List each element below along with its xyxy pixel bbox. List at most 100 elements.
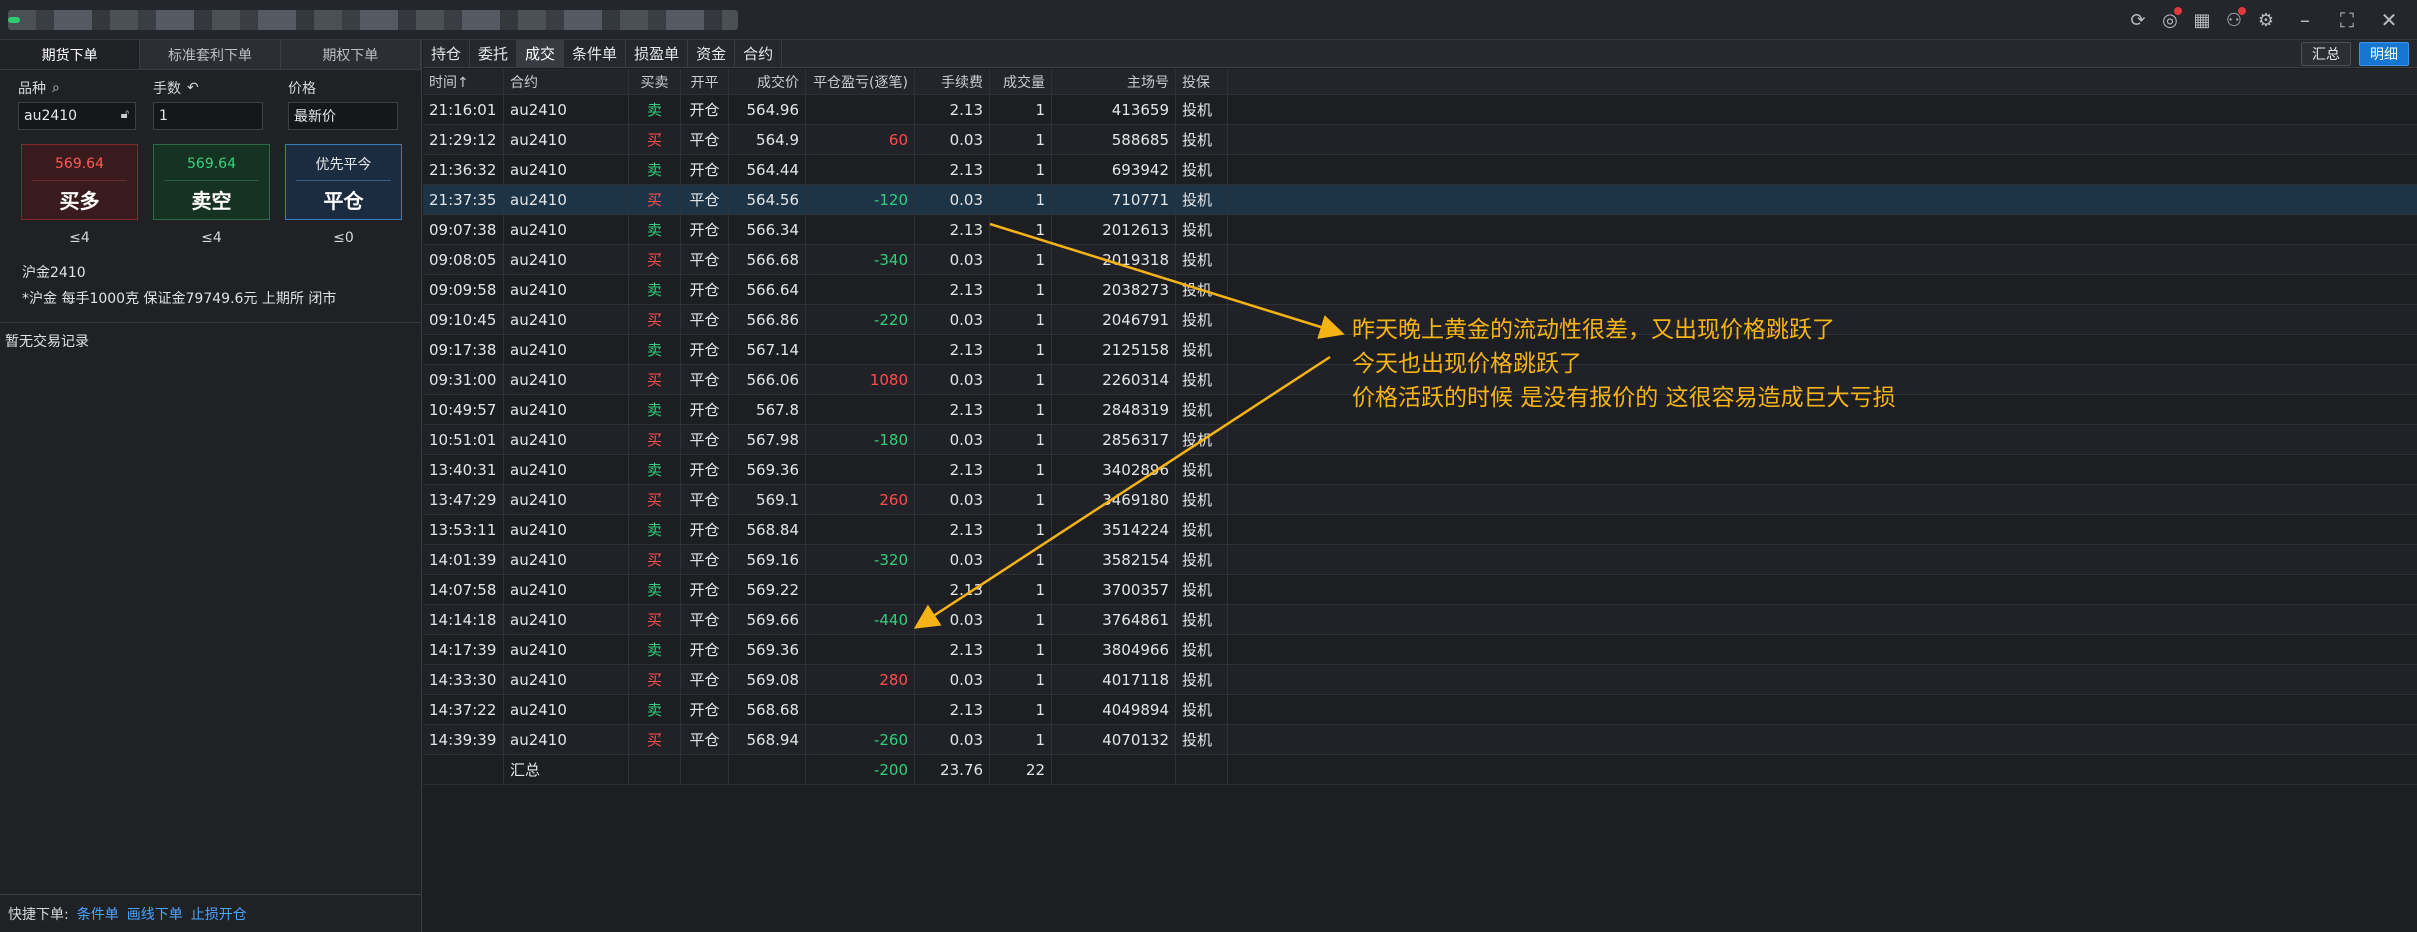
buy-long-button[interactable]: 569.64 买多 (21, 144, 138, 220)
detail-view-button[interactable]: 明细 (2359, 42, 2409, 66)
cell-volume: 1 (990, 665, 1052, 694)
search-icon[interactable]: ⌕ (52, 80, 60, 96)
cell-contract: au2410 (504, 665, 629, 694)
quick-link-line-order[interactable]: 画线下单 (127, 904, 183, 924)
summary-view-button[interactable]: 汇总 (2301, 42, 2351, 66)
table-row[interactable]: 14:14:18 au2410 买平仓 569.66 -440 0.03 1 3764861 投… (423, 605, 2417, 635)
cell-time: 21:37:35 (423, 185, 504, 214)
tab-options-order[interactable]: 期权下单 (280, 40, 421, 69)
cell-side: 买 (629, 605, 681, 634)
cell-open-close: 开仓 (681, 335, 729, 364)
cell-fee: 0.03 (915, 305, 990, 334)
table-row[interactable]: 13:40:31 au2410 卖开仓 569.36 2.13 1 3402896 投机 (423, 455, 2417, 485)
total-row: 汇总 -200 23.76 22 (423, 755, 2417, 785)
cell-contract: au2410 (504, 395, 629, 424)
order-buttons: 569.64 买多 569.64 卖空 优先平今 平仓 (0, 144, 421, 220)
cell-contract: au2410 (504, 275, 629, 304)
table-row[interactable]: 21:36:32 au2410 卖开仓 564.44 2.13 1 693942 投机 (423, 155, 2417, 185)
tab-fills[interactable]: 成交 (517, 39, 565, 68)
tab-orders[interactable]: 委托 (470, 39, 518, 68)
table-row[interactable]: 14:17:39 au2410 卖开仓 569.36 2.13 1 3804966 投机 (423, 635, 2417, 665)
refresh-icon[interactable]: ⟳ (2123, 6, 2153, 34)
gear-icon[interactable]: ⚙ (2251, 6, 2281, 34)
cell-open-close: 开仓 (681, 695, 729, 724)
table-row[interactable]: 14:39:39 au2410 买平仓 568.94 -260 0.03 1 4070132 投… (423, 725, 2417, 755)
lock-icon[interactable]: 🔓︎ (121, 107, 129, 122)
maximize-icon[interactable]: ⛶ (2329, 6, 2365, 34)
cell-pnl (806, 635, 915, 664)
col-fee[interactable]: 手续费 (915, 69, 990, 94)
tab-conditional[interactable]: 条件单 (564, 39, 627, 68)
tab-funds[interactable]: 资金 (688, 39, 736, 68)
quick-link-conditional[interactable]: 条件单 (77, 904, 119, 924)
table-row[interactable]: 14:37:22 au2410 卖开仓 568.68 2.13 1 4049894 投机 (423, 695, 2417, 725)
table-row[interactable]: 14:07:58 au2410 卖开仓 569.22 2.13 1 3700357 投机 (423, 575, 2417, 605)
calendar-icon[interactable]: ▦ (2187, 6, 2217, 34)
table-row[interactable]: 21:37:35 au2410 买平仓 564.56 -120 0.03 1 710771 投机 (423, 185, 2417, 215)
cell-time: 21:16:01 (423, 95, 504, 124)
cell-volume: 1 (990, 215, 1052, 244)
col-time[interactable]: 时间↑ (423, 69, 504, 94)
cell-exchange-id: 3402896 (1052, 455, 1176, 484)
cell-open-close: 开仓 (681, 395, 729, 424)
table-row[interactable]: 21:16:01 au2410 卖开仓 564.96 2.13 1 413659 投机 (423, 95, 2417, 125)
cell-time: 09:17:38 (423, 335, 504, 364)
tab-arbitrage-order[interactable]: 标准套利下单 (140, 40, 281, 69)
tab-stop-profit[interactable]: 损盈单 (626, 39, 689, 68)
total-volume: 22 (990, 755, 1052, 784)
table-row[interactable]: 10:51:01 au2410 买平仓 567.98 -180 0.03 1 2856317 投… (423, 425, 2417, 455)
cell-time: 09:09:58 (423, 275, 504, 304)
cell-side: 买 (629, 185, 681, 214)
cell-open-close: 平仓 (681, 185, 729, 214)
user-settings-icon[interactable]: ⚇ (2219, 6, 2249, 34)
cell-pnl (806, 575, 915, 604)
fills-table: 时间↑ 合约 买卖 开平 成交价 平仓盈亏(逐笔) 手续费 成交量 主场号 投保… (423, 69, 2417, 785)
col-side[interactable]: 买卖 (629, 69, 681, 94)
quantity-input[interactable]: 1 (153, 102, 263, 130)
cell-contract: au2410 (504, 545, 629, 574)
table-row[interactable]: 21:29:12 au2410 买平仓 564.9 60 0.03 1 588685 投机 (423, 125, 2417, 155)
cell-pnl (806, 455, 915, 484)
cell-price: 568.94 (729, 725, 806, 754)
reset-icon[interactable]: ↶ (187, 80, 199, 96)
close-position-button[interactable]: 优先平今 平仓 (285, 144, 402, 220)
col-hedge[interactable]: 投保 (1176, 69, 1228, 94)
cell-fee: 2.13 (915, 575, 990, 604)
cell-contract: au2410 (504, 455, 629, 484)
cell-volume: 1 (990, 155, 1052, 184)
cell-volume: 1 (990, 425, 1052, 454)
cell-side: 卖 (629, 515, 681, 544)
sell-short-button[interactable]: 569.64 卖空 (153, 144, 270, 220)
tab-contracts[interactable]: 合约 (735, 39, 783, 68)
cell-volume: 1 (990, 635, 1052, 664)
sell-short-label: 卖空 (191, 189, 232, 213)
table-row[interactable]: 14:01:39 au2410 买平仓 569.16 -320 0.03 1 3582154 投… (423, 545, 2417, 575)
cell-volume: 1 (990, 305, 1052, 334)
col-exchange-id[interactable]: 主场号 (1052, 69, 1176, 94)
cell-contract: au2410 (504, 725, 629, 754)
col-contract[interactable]: 合约 (504, 69, 629, 94)
cell-contract: au2410 (504, 635, 629, 664)
col-open-close[interactable]: 开平 (681, 69, 729, 94)
col-pnl[interactable]: 平仓盈亏(逐笔) (806, 69, 915, 94)
cell-volume: 1 (990, 515, 1052, 544)
tab-futures-order[interactable]: 期货下单 (0, 40, 141, 69)
instrument-input[interactable]: au2410 🔓︎ (18, 102, 136, 130)
table-row[interactable]: 13:53:11 au2410 卖开仓 568.84 2.13 1 3514224 投机 (423, 515, 2417, 545)
table-row[interactable]: 09:09:58 au2410 卖开仓 566.64 2.13 1 2038273 投机 (423, 275, 2417, 305)
quick-link-stop-open[interactable]: 止损开仓 (191, 904, 247, 924)
minimize-icon[interactable]: – (2287, 6, 2323, 34)
table-row[interactable]: 14:33:30 au2410 买平仓 569.08 280 0.03 1 4017118 投机 (423, 665, 2417, 695)
table-row[interactable]: 09:08:05 au2410 买平仓 566.68 -340 0.03 1 2019318 投… (423, 245, 2417, 275)
tab-positions[interactable]: 持仓 (423, 39, 471, 68)
col-price[interactable]: 成交价 (729, 69, 806, 94)
close-icon[interactable]: ✕ (2371, 6, 2407, 34)
message-icon[interactable]: ◎ (2155, 6, 2185, 34)
cell-side: 卖 (629, 215, 681, 244)
price-input[interactable]: 最新价 (288, 102, 398, 130)
cell-open-close: 开仓 (681, 275, 729, 304)
col-volume[interactable]: 成交量 (990, 69, 1052, 94)
cell-contract: au2410 (504, 425, 629, 454)
table-row[interactable]: 13:47:29 au2410 买平仓 569.1 260 0.03 1 3469180 投机 (423, 485, 2417, 515)
table-row[interactable]: 09:07:38 au2410 卖开仓 566.34 2.13 1 2012613 投机 (423, 215, 2417, 245)
